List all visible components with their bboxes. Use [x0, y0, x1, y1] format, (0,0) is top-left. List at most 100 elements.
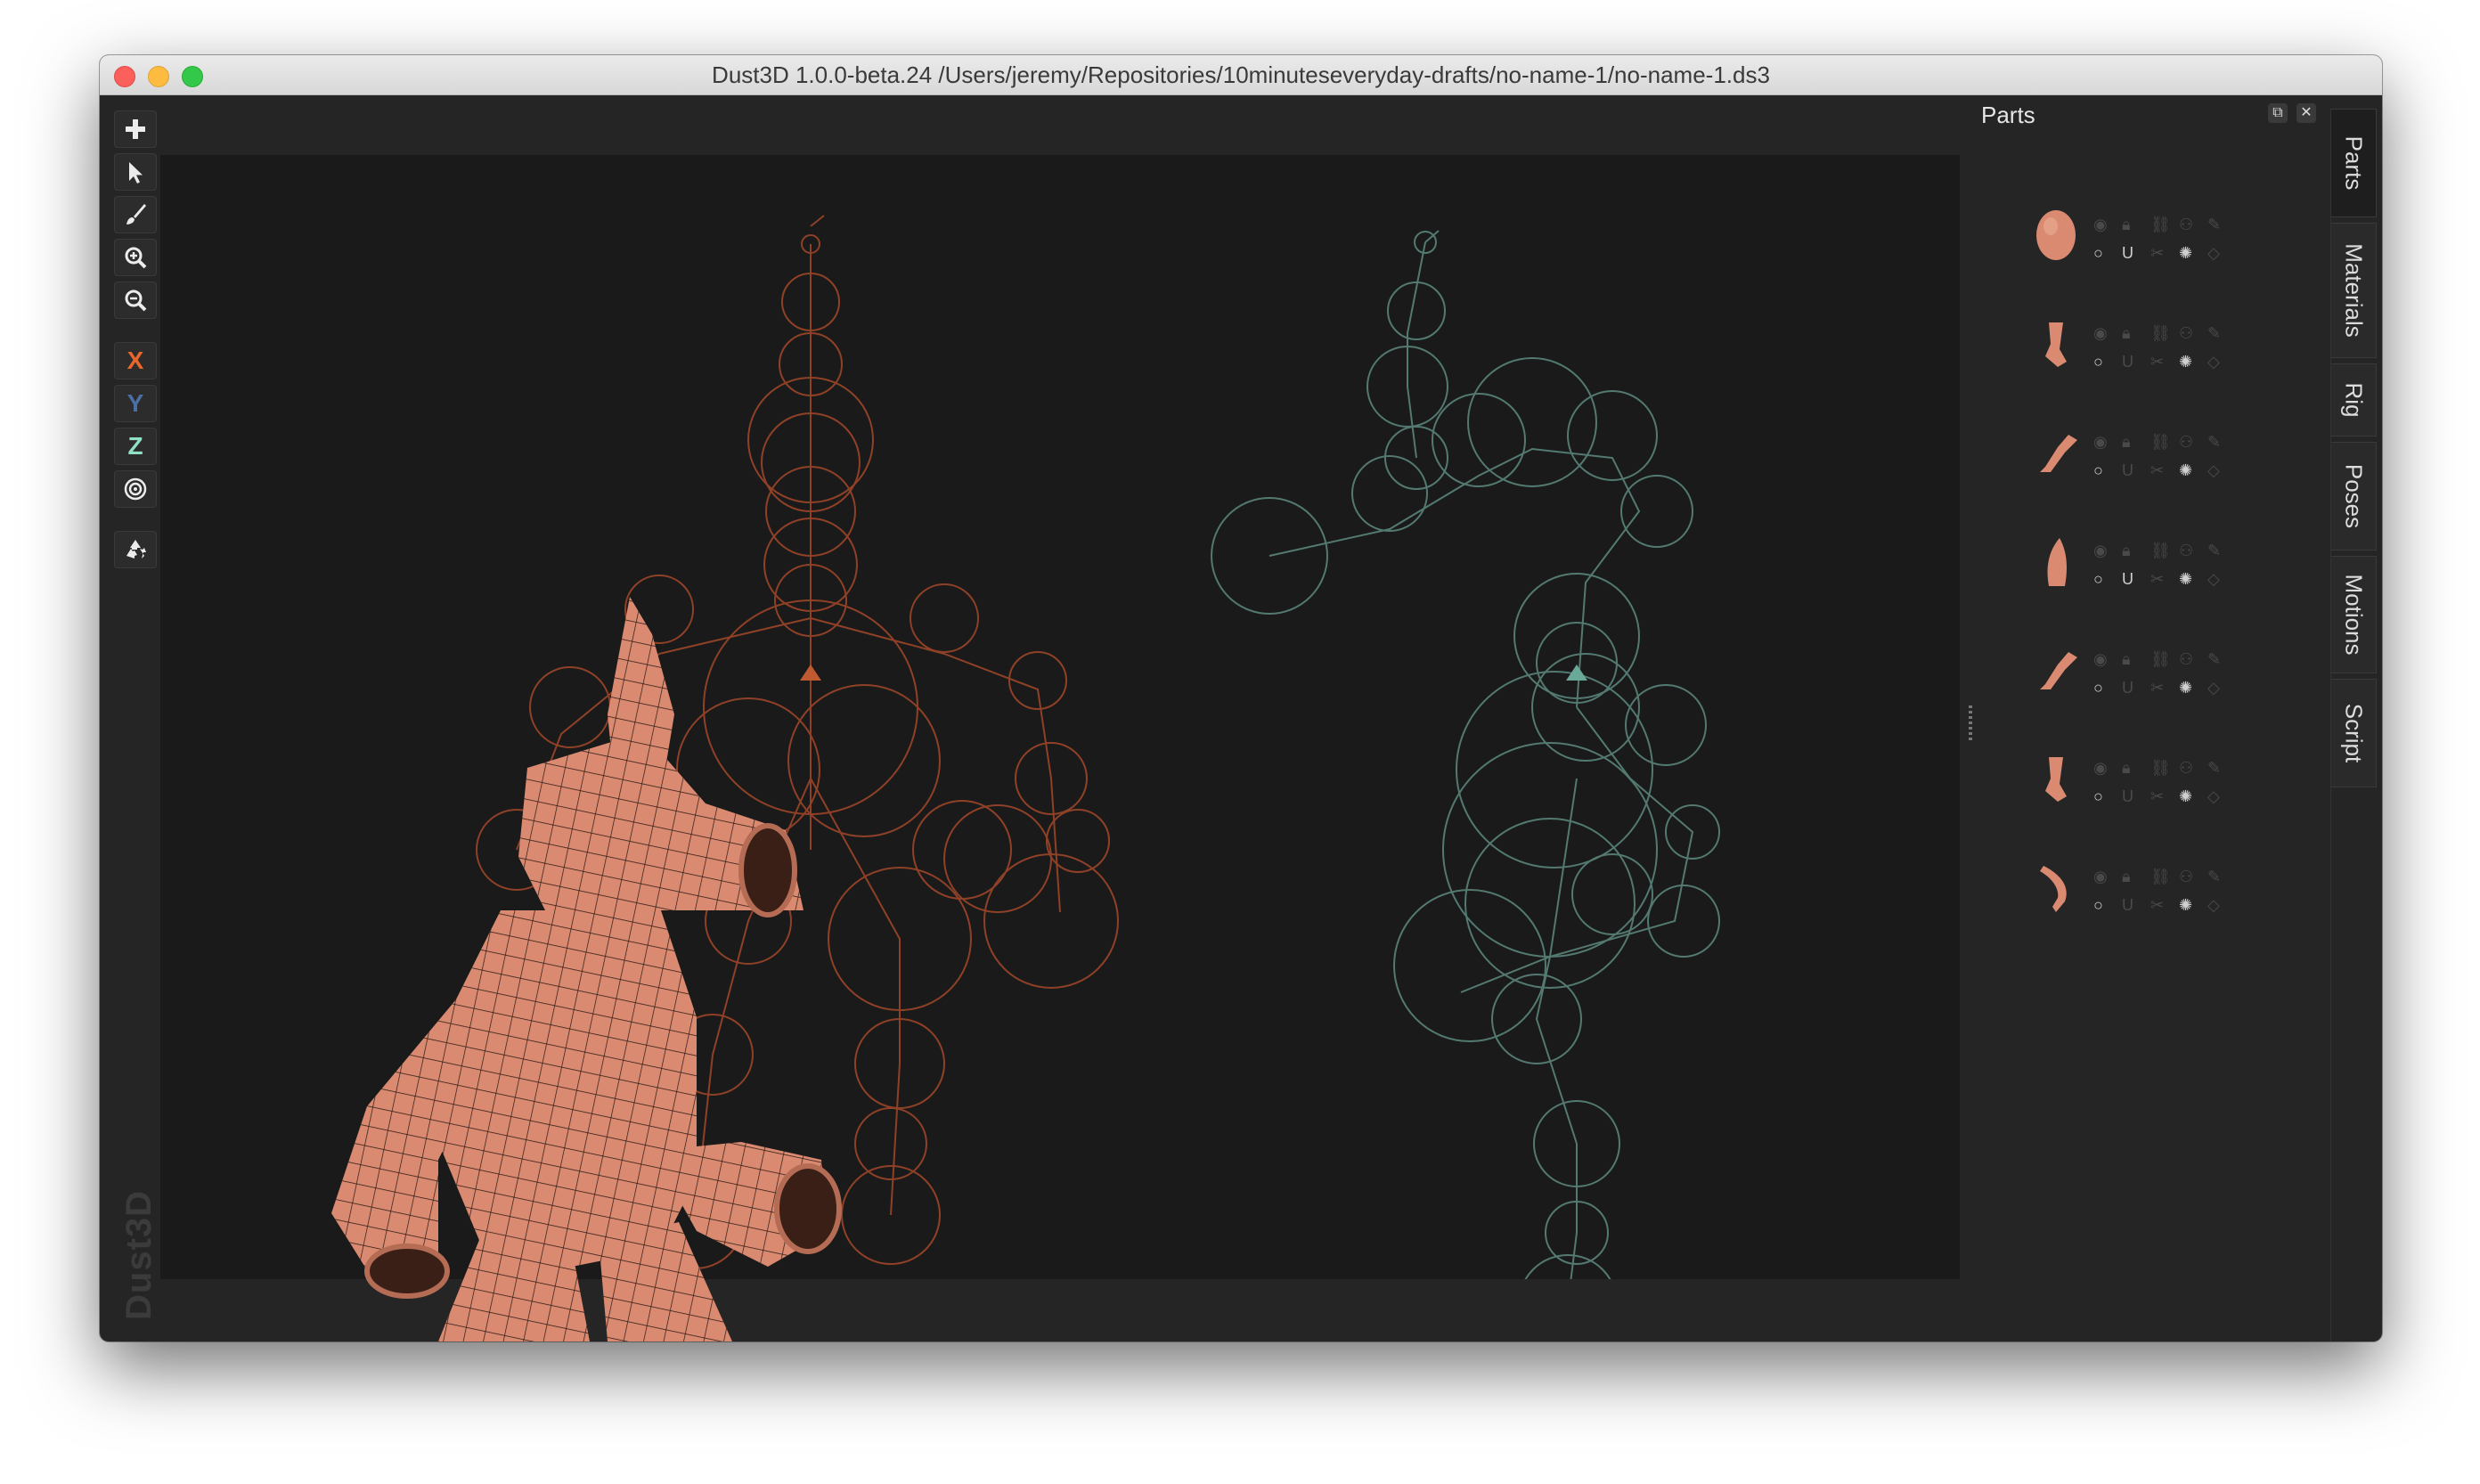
scissors-icon[interactable]: ✂ [2150, 244, 2164, 263]
app-window: Dust3D 1.0.0-beta.24 /Users/jeremy/Repos… [100, 55, 2382, 1341]
close-panel-button[interactable]: ✕ [2296, 103, 2316, 123]
magnet-icon[interactable]: U [2122, 679, 2133, 697]
subdivide-icon[interactable]: ○ [2093, 679, 2103, 697]
visibility-icon[interactable]: ◉ [2093, 650, 2108, 669]
add-node-button[interactable] [114, 110, 157, 148]
brain-icon[interactable]: ⚇ [2179, 216, 2193, 234]
part-row[interactable]: ◉ 🔒︎ ⛓ ⚇ ✎ ○ U ✂ ✺ ◇ [2024, 306, 2238, 395]
z-axis-label: Z [127, 432, 143, 460]
lock-icon[interactable]: 🔒︎ [2122, 324, 2131, 343]
tab-rig[interactable]: Rig [2331, 363, 2377, 436]
visibility-icon[interactable]: ◉ [2093, 868, 2108, 886]
magnet-icon[interactable]: U [2122, 570, 2133, 589]
color-icon[interactable]: ◇ [2207, 570, 2220, 589]
subdivide-icon[interactable]: ○ [2093, 353, 2103, 371]
lock-icon[interactable]: 🔒︎ [2122, 650, 2131, 669]
pencil-icon[interactable]: ✎ [2207, 324, 2221, 343]
round-end-icon[interactable]: ✺ [2179, 896, 2192, 915]
lock-icon[interactable]: 🔒︎ [2122, 759, 2131, 778]
scissors-icon[interactable]: ✂ [2150, 896, 2164, 915]
color-icon[interactable]: ◇ [2207, 679, 2220, 697]
lock-icon[interactable]: 🔒︎ [2122, 868, 2131, 886]
pencil-icon[interactable]: ✎ [2207, 542, 2221, 560]
part-row[interactable]: ◉ 🔒︎ ⛓ ⚇ ✎ ○ U ✂ ✺ ◇ [2024, 741, 2238, 830]
y-axis-toggle[interactable]: Y [114, 385, 157, 422]
magnet-icon[interactable]: U [2122, 244, 2133, 263]
part-row[interactable]: ◉ 🔒︎ ⛓ ⚇ ✎ ○ U ✂ ✺ ◇ [2024, 850, 2238, 939]
visibility-icon[interactable]: ◉ [2093, 324, 2108, 343]
color-icon[interactable]: ◇ [2207, 353, 2220, 371]
magnet-icon[interactable]: U [2122, 896, 2133, 915]
part-row[interactable]: ◉ 🔒︎ ⛓ ⚇ ✎ ○ U ✂ ✺ ◇ [2024, 632, 2238, 722]
visibility-icon[interactable]: ◉ [2093, 216, 2108, 234]
round-end-icon[interactable]: ✺ [2179, 244, 2192, 263]
pencil-icon[interactable]: ✎ [2207, 216, 2221, 234]
scissors-icon[interactable]: ✂ [2150, 353, 2164, 371]
magnet-icon[interactable]: U [2122, 353, 2133, 371]
subdivide-icon[interactable]: ○ [2093, 896, 2103, 915]
brain-icon[interactable]: ⚇ [2179, 650, 2193, 669]
scissors-icon[interactable]: ✂ [2150, 787, 2164, 806]
zoom-out-button[interactable] [114, 281, 157, 319]
link-icon[interactable]: ⛓ [2150, 868, 2171, 886]
color-icon[interactable]: ◇ [2207, 787, 2220, 806]
part-row[interactable]: ◉ 🔒︎ ⛓ ⚇ ✎ ○ U ✂ ✺ ◇ [2024, 198, 2238, 287]
visibility-icon[interactable]: ◉ [2093, 433, 2108, 452]
tab-motions[interactable]: Motions [2331, 556, 2377, 673]
undock-icon: ⧉ [2272, 105, 2283, 120]
lock-icon[interactable]: 🔒︎ [2122, 216, 2131, 234]
z-axis-toggle[interactable]: Z [114, 428, 157, 465]
brain-icon[interactable]: ⚇ [2179, 542, 2193, 560]
round-end-icon[interactable]: ✺ [2179, 353, 2192, 371]
link-icon[interactable]: ⛓ [2150, 650, 2171, 669]
subdivide-icon[interactable]: ○ [2093, 244, 2103, 263]
round-end-icon[interactable]: ✺ [2179, 679, 2192, 697]
subdivide-icon[interactable]: ○ [2093, 787, 2103, 806]
subdivide-icon[interactable]: ○ [2093, 461, 2103, 480]
scissors-icon[interactable]: ✂ [2150, 570, 2164, 589]
brain-icon[interactable]: ⚇ [2179, 433, 2193, 452]
part-row[interactable]: ◉ 🔒︎ ⛓ ⚇ ✎ ○ U ✂ ✺ ◇ [2024, 524, 2238, 613]
select-tool-button[interactable] [114, 153, 157, 191]
link-icon[interactable]: ⛓ [2150, 216, 2171, 234]
magnet-icon[interactable]: U [2122, 461, 2133, 480]
tab-poses[interactable]: Poses [2331, 442, 2377, 550]
scissors-icon[interactable]: ✂ [2150, 461, 2164, 480]
tab-materials[interactable]: Materials [2331, 223, 2377, 358]
visibility-icon[interactable]: ◉ [2093, 542, 2108, 560]
paint-tool-button[interactable] [114, 196, 157, 233]
scissors-icon[interactable]: ✂ [2150, 679, 2164, 697]
model-preview[interactable] [233, 536, 875, 1341]
zoom-in-button[interactable] [114, 239, 157, 276]
color-icon[interactable]: ◇ [2207, 461, 2220, 480]
panel-splitter-handle[interactable] [1969, 705, 1972, 741]
visibility-icon[interactable]: ◉ [2093, 759, 2108, 778]
round-end-icon[interactable]: ✺ [2179, 570, 2192, 589]
color-icon[interactable]: ◇ [2207, 896, 2220, 915]
brain-icon[interactable]: ⚇ [2179, 868, 2193, 886]
pencil-icon[interactable]: ✎ [2207, 759, 2221, 778]
regenerate-button[interactable] [114, 531, 157, 568]
x-axis-toggle[interactable]: X [114, 342, 157, 379]
color-icon[interactable]: ◇ [2207, 244, 2220, 263]
brain-icon[interactable]: ⚇ [2179, 324, 2193, 343]
pencil-icon[interactable]: ✎ [2207, 868, 2221, 886]
part-row[interactable]: ◉ 🔒︎ ⛓ ⚇ ✎ ○ U ✂ ✺ ◇ [2024, 415, 2238, 504]
lock-icon[interactable]: 🔒︎ [2122, 433, 2131, 452]
link-icon[interactable]: ⛓ [2150, 433, 2171, 452]
tab-parts[interactable]: Parts [2331, 109, 2377, 217]
undock-panel-button[interactable]: ⧉ [2268, 103, 2288, 123]
pencil-icon[interactable]: ✎ [2207, 433, 2221, 452]
lock-icon[interactable]: 🔒︎ [2122, 542, 2131, 560]
pencil-icon[interactable]: ✎ [2207, 650, 2221, 669]
brain-icon[interactable]: ⚇ [2179, 759, 2193, 778]
round-end-icon[interactable]: ✺ [2179, 787, 2192, 806]
round-end-icon[interactable]: ✺ [2179, 461, 2192, 480]
tab-script[interactable]: Script [2331, 679, 2377, 787]
radial-mirror-button[interactable] [114, 470, 157, 508]
magnet-icon[interactable]: U [2122, 787, 2133, 806]
link-icon[interactable]: ⛓ [2150, 542, 2171, 560]
link-icon[interactable]: ⛓ [2150, 759, 2171, 778]
subdivide-icon[interactable]: ○ [2093, 570, 2103, 589]
link-icon[interactable]: ⛓ [2150, 324, 2171, 343]
